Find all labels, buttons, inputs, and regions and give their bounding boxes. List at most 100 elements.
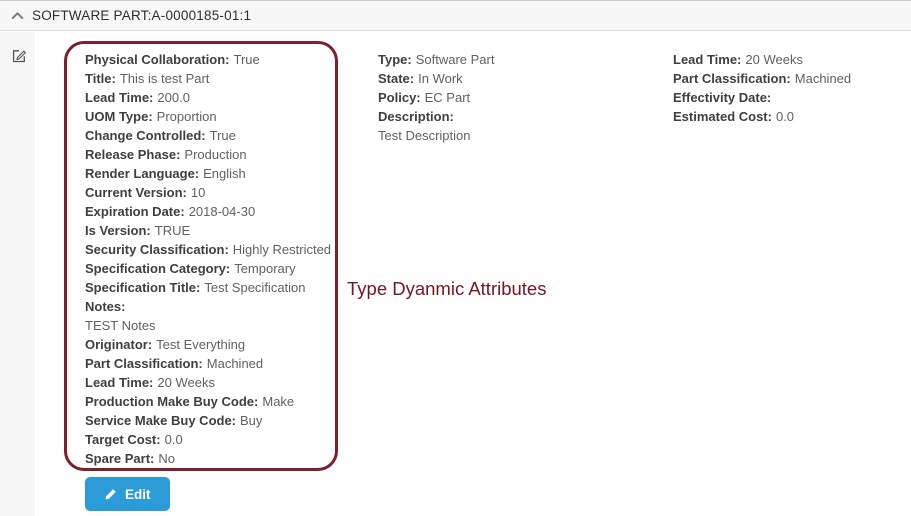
attribute-row: Security Classification:Highly Restricte… — [85, 240, 331, 259]
attributes-panel: Physical Collaboration: True Title: This is… — [35, 32, 911, 516]
compose-edit-icon[interactable] — [11, 48, 27, 64]
attribute-label: Current Version: — [85, 185, 187, 200]
attribute-value: Proportion — [157, 109, 217, 124]
attribute-row: Spare Part: No — [85, 449, 331, 468]
attribute-value: Machined — [207, 356, 263, 371]
attribute-value: In Work — [418, 71, 463, 86]
attribute-row: Change Controlled: True — [85, 126, 331, 145]
attribute-row: Is Version: TRUE — [85, 221, 331, 240]
collapse-section-button[interactable] — [2, 7, 32, 25]
attribute-label: Physical Collaboration: — [85, 52, 229, 67]
annotation-text: Type Dyanmic Attributes — [347, 278, 546, 300]
chevron-up-icon — [11, 7, 24, 25]
attribute-label: Estimated Cost: — [673, 109, 772, 124]
attribute-row: Production Make Buy Code: Make — [85, 392, 331, 411]
attribute-value: Make — [262, 394, 294, 409]
attribute-label: Is Version: — [85, 223, 151, 238]
part-details-screen: SOFTWARE PART:A-0000185-01:1 Physical Co… — [0, 0, 911, 516]
attribute-label: Target Cost: — [85, 432, 161, 447]
attribute-label: Title: — [85, 71, 116, 86]
attribute-value: 2018-04-30 — [189, 204, 256, 219]
attribute-value: Test Everything — [156, 337, 245, 352]
attribute-row: Specification Category: Temporary — [85, 259, 331, 278]
attribute-row: Policy: EC Part — [378, 88, 494, 107]
attribute-row: Title: This is test Part — [85, 69, 331, 88]
attribute-value: 20 Weeks — [157, 375, 215, 390]
attribute-value: True — [210, 128, 236, 143]
attribute-label: Effectivity Date: — [673, 90, 771, 105]
attribute-value: TRUE — [155, 223, 190, 238]
attribute-row: UOM Type: Proportion — [85, 107, 331, 126]
attribute-row: Service Make Buy Code: Buy — [85, 411, 331, 430]
attribute-value: English — [203, 166, 246, 181]
attribute-row: Lead Time: 20 Weeks — [673, 50, 851, 69]
attribute-value: Production — [184, 147, 246, 162]
attribute-row: Current Version: 10 — [85, 183, 331, 202]
attribute-label: State: — [378, 71, 414, 86]
attribute-row: Lead Time: 20 Weeks — [85, 373, 331, 392]
attribute-row: Target Cost: 0.0 — [85, 430, 331, 449]
section-title: SOFTWARE PART:A-0000185-01:1 — [32, 8, 251, 23]
attribute-label: Release Phase: — [85, 147, 180, 162]
attribute-row: Release Phase: Production — [85, 145, 331, 164]
attribute-label: Lead Time: — [673, 52, 741, 67]
attribute-row: Estimated Cost: 0.0 — [673, 107, 851, 126]
attribute-value: 10 — [191, 185, 205, 200]
attribute-label: Part Classification: — [673, 71, 791, 86]
attribute-column-general: Type:Software Part State: In Work Policy: EC… — [378, 50, 494, 145]
attribute-row: Part Classification: Machined — [85, 354, 331, 373]
attribute-value: True — [233, 52, 259, 67]
attribute-value: EC Part — [425, 90, 471, 105]
attribute-label: Type: — [378, 52, 412, 67]
attribute-label: Expiration Date: — [85, 204, 185, 219]
section-header: SOFTWARE PART:A-0000185-01:1 — [0, 0, 911, 31]
edit-button[interactable]: Edit — [85, 477, 170, 511]
attribute-row: Test Description — [378, 126, 494, 145]
attribute-row: Notes: — [85, 297, 331, 316]
attribute-row: Specification Title: Test Specification — [85, 278, 331, 297]
attribute-value: Buy — [240, 413, 262, 428]
attribute-label: Description: — [378, 109, 454, 124]
attribute-row: TEST Notes — [85, 316, 331, 335]
attribute-value: This is test Part — [120, 71, 210, 86]
attribute-label: Render Language: — [85, 166, 199, 181]
attribute-label: UOM Type: — [85, 109, 153, 124]
attribute-value: 0.0 — [776, 109, 794, 124]
pencil-icon — [104, 488, 117, 501]
attribute-row: Effectivity Date: — [673, 88, 851, 107]
attribute-label: Originator: — [85, 337, 152, 352]
attribute-label: Change Controlled: — [85, 128, 206, 143]
attribute-label: Production Make Buy Code: — [85, 394, 258, 409]
left-toolbar — [0, 32, 35, 516]
attribute-value: 0.0 — [165, 432, 183, 447]
attribute-row: State: In Work — [378, 69, 494, 88]
attribute-value: No — [158, 451, 175, 466]
attribute-value: Temporary — [234, 261, 295, 276]
attribute-row: Part Classification: Machined — [673, 69, 851, 88]
attribute-value: Test Specification — [204, 280, 305, 295]
attribute-row: Originator: Test Everything — [85, 335, 331, 354]
attribute-row: Lead Time: 200.0 — [85, 88, 331, 107]
attribute-label: Lead Time: — [85, 375, 153, 390]
attribute-label: Specification Category: — [85, 261, 230, 276]
attribute-value: 200.0 — [157, 90, 190, 105]
attribute-label: Spare Part: — [85, 451, 154, 466]
edit-button-label: Edit — [125, 487, 151, 502]
attribute-label: Policy: — [378, 90, 421, 105]
attribute-value: Highly Restricted — [233, 242, 331, 257]
attribute-row: Expiration Date: 2018-04-30 — [85, 202, 331, 221]
attribute-label: Specification Title: — [85, 280, 200, 295]
attribute-row: Render Language: English — [85, 164, 331, 183]
attribute-value: Machined — [795, 71, 851, 86]
attribute-row: Description: — [378, 107, 494, 126]
attribute-label: Part Classification: — [85, 356, 203, 371]
attribute-value: TEST Notes — [85, 318, 156, 333]
attribute-label: Notes: — [85, 299, 125, 314]
attribute-label: Service Make Buy Code: — [85, 413, 236, 428]
attribute-row: Type:Software Part — [378, 50, 494, 69]
attribute-value: Test Description — [378, 128, 470, 143]
attribute-row: Physical Collaboration: True — [85, 50, 331, 69]
attribute-column-dynamic: Physical Collaboration: True Title: This is… — [85, 50, 331, 468]
attribute-label: Lead Time: — [85, 90, 153, 105]
attribute-value: 20 Weeks — [745, 52, 803, 67]
